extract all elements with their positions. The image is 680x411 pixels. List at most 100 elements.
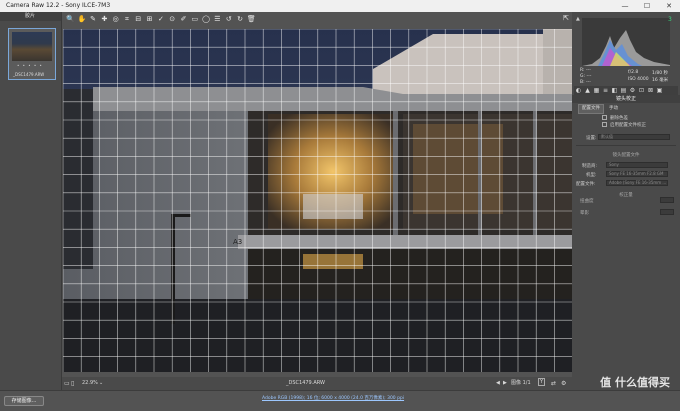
profile-select[interactable]: Adobe (Sony FE 16-35mm ... [606, 180, 668, 186]
tab-manual[interactable]: 手动 [606, 105, 621, 113]
b-value: --- [586, 80, 591, 85]
thumbnail-filename: _DSC1479.ARW [13, 72, 45, 77]
settings-icon[interactable]: ⚙ [561, 377, 566, 390]
filmstrip-thumbnail[interactable]: • • • • • _DSC1479.ARW [8, 28, 56, 80]
histogram [582, 18, 670, 66]
profile-label: 配置文件: [576, 182, 596, 187]
distortion-value-box[interactable] [660, 197, 674, 203]
next-image-icon[interactable]: ▶ [503, 377, 507, 390]
zoom-icon[interactable]: 🔍 [66, 15, 75, 24]
setup-label: 设置: [586, 136, 597, 141]
red-eye-icon[interactable]: ⊙ [168, 15, 177, 24]
r-value: --- [585, 68, 591, 73]
vignette-value-box[interactable] [660, 209, 674, 215]
remove-ca-checkbox[interactable]: 删除色差 [602, 115, 628, 121]
clipping-highlight-icon[interactable]: 3 [668, 16, 672, 23]
maker-label: 制造商: [582, 164, 598, 169]
view-single-icon[interactable]: ▭ [64, 377, 70, 390]
view-compare-icon[interactable]: ▯ [71, 377, 74, 390]
checkbox-box[interactable] [602, 115, 607, 120]
title-bar: Camera Raw 12.2 - Sony ILCE-7M3 — ☐ ✕ [0, 0, 680, 12]
adjustment-panel: ▲ 3 R: --- G: --- B: --- f/2.8 1/80 秒 IS… [572, 12, 680, 390]
before-after-icon[interactable]: Y [538, 378, 546, 386]
vignette-label: 晕影 [580, 211, 589, 216]
enable-profile-label: 启用配置文件校正 [610, 123, 646, 128]
color-sampler-icon[interactable]: ✚ [100, 15, 109, 24]
exif-info: R: --- G: --- B: --- f/2.8 1/80 秒 ISO 40… [576, 66, 676, 86]
g-label: G: [580, 74, 586, 79]
panel-tab-6-icon[interactable]: ▤ [619, 86, 628, 95]
crop-icon[interactable]: ⌗ [123, 15, 132, 24]
r-label: R: [580, 68, 585, 73]
radial-filter-icon[interactable]: ◯ [202, 15, 211, 24]
save-image-button[interactable]: 存储图像... [4, 396, 44, 406]
targeted-adjustment-icon[interactable]: ◎ [111, 15, 120, 24]
graduated-filter-icon[interactable]: ▭ [190, 15, 199, 24]
g-value: --- [586, 74, 592, 79]
panel-title: 镜头校正 [572, 95, 680, 103]
distortion-label: 扭曲度 [580, 199, 594, 204]
panel-tab-7-icon[interactable]: ⚙ [628, 86, 637, 95]
lens-subtabs: 配置文件 手动 [578, 104, 623, 114]
histogram-graph [582, 30, 670, 66]
model-label: 机型: [586, 173, 597, 178]
filmstrip-panel: 胶片 • • • • • _DSC1479.ARW [0, 12, 62, 390]
watermark-logo: 值 什么值得买 [600, 376, 670, 389]
white-balance-icon[interactable]: ✎ [89, 15, 98, 24]
remove-ca-label: 删除色差 [610, 116, 628, 121]
photo-building: A3 [63, 29, 572, 372]
panel-tab-4-icon[interactable]: ≡ [601, 86, 610, 95]
maximize-button[interactable]: ☐ [636, 0, 658, 12]
bottom-bar: 存储图像... Adobe RGB (1998); 16 位; 6000 x 4… [0, 390, 680, 411]
panel-tab-1-icon[interactable]: ◐ [574, 86, 583, 95]
shutter-speed: 1/80 秒 [652, 71, 669, 76]
lens-profile-heading: 镜头配置文件 [612, 153, 640, 158]
spot-removal-icon[interactable]: ✓ [156, 15, 165, 24]
rating-stars[interactable]: • • • • • [17, 63, 43, 68]
divider [576, 145, 676, 146]
rotate-ccw-icon[interactable]: ↺ [224, 15, 233, 24]
minimize-button[interactable]: — [614, 0, 636, 12]
maker-select[interactable]: Sony [606, 162, 668, 168]
close-button[interactable]: ✕ [658, 0, 680, 12]
setup-select[interactable]: 默认值 [598, 134, 670, 140]
distortion-slider[interactable]: 扭曲度 [580, 197, 676, 204]
vignette-slider[interactable]: 晕影 [580, 209, 676, 216]
focal-length: 16 毫米 [652, 78, 669, 83]
image-count: 图像 1/1 [511, 380, 531, 386]
checkbox-box[interactable] [602, 122, 607, 127]
svg-text:A3: A3 [233, 238, 242, 246]
image-preview[interactable]: A3 [63, 29, 572, 372]
tab-profile[interactable]: 配置文件 [578, 104, 604, 114]
panel-tab-8-icon[interactable]: ⊡ [637, 86, 646, 95]
b-label: B: [580, 80, 585, 85]
iso: ISO 4000 [628, 77, 649, 82]
camera-raw-window: Camera Raw 12.2 - Sony ILCE-7M3 — ☐ ✕ 胶片… [0, 0, 680, 411]
thumbnail-image [12, 32, 52, 61]
panel-tab-9-icon[interactable]: ⊠ [646, 86, 655, 95]
panel-tab-10-icon[interactable]: ▣ [655, 86, 664, 95]
adjustment-brush-icon[interactable]: ✐ [179, 15, 188, 24]
panel-tab-3-icon[interactable]: ▦ [592, 86, 601, 95]
compare-toggle-icon[interactable]: ⇄ [551, 377, 556, 390]
transform-icon[interactable]: ⊞ [145, 15, 154, 24]
hand-icon[interactable]: ✋ [77, 15, 86, 24]
panel-tab-5-icon[interactable]: ◧ [610, 86, 619, 95]
zoom-dropdown-icon[interactable]: ⌄ [99, 377, 103, 390]
rotate-cw-icon[interactable]: ↻ [236, 15, 245, 24]
preferences-icon[interactable]: ☰ [213, 15, 222, 24]
window-title: Camera Raw 12.2 - Sony ILCE-7M3 [6, 2, 111, 9]
straighten-icon[interactable]: ⊟ [134, 15, 143, 24]
status-bar: ▭ ▯ 22.9% ⌄ _DSC1479.ARW ◀ ▶ 图像 1/1 Y ⇄ … [62, 377, 572, 390]
model-select[interactable]: Sony FE 16-35mm F2.8 GM [606, 171, 668, 177]
filmstrip-title: 胶片 [0, 12, 61, 21]
trash-icon[interactable]: 🗑 [247, 15, 256, 24]
zoom-level[interactable]: 22.9% [82, 377, 98, 390]
fullscreen-icon[interactable]: ⇱ [563, 14, 569, 22]
enable-profile-checkbox[interactable]: 启用配置文件校正 [602, 122, 646, 128]
panel-tab-2-icon[interactable]: ▲ [583, 86, 592, 95]
clipping-shadow-icon[interactable]: ▲ [576, 16, 580, 22]
aperture: f/2.8 [628, 70, 639, 75]
prev-image-icon[interactable]: ◀ [496, 377, 500, 390]
workflow-options-link[interactable]: Adobe RGB (1998); 16 位; 6000 x 4000 (24.… [262, 395, 404, 401]
